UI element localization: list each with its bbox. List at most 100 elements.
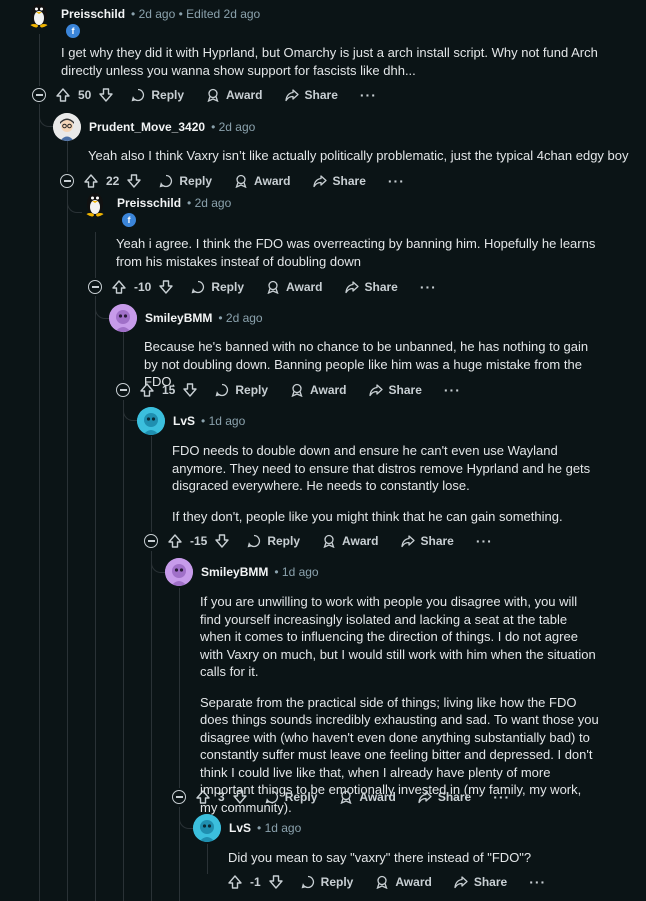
share-button[interactable]: Share [418,790,471,804]
more-options-button[interactable]: ··· [476,534,493,548]
collapse-thread-button[interactable] [144,534,158,548]
vote-count: 50 [78,88,92,102]
comment-header: LvS • 1d ago [193,814,301,842]
reply-icon [301,875,314,889]
username[interactable]: Prudent_Move_3420 [89,120,205,134]
upvote-icon[interactable] [228,875,242,889]
timestamp: • 2d ago [218,311,263,325]
avatar[interactable] [137,407,165,435]
share-icon [344,281,359,294]
award-button[interactable]: Award [266,280,323,294]
share-button[interactable]: Share [312,174,366,188]
avatar[interactable] [53,113,81,141]
reply-button[interactable]: Reply [159,174,212,188]
vote-count: -15 [190,534,208,548]
award-button[interactable]: Award [375,875,432,889]
username[interactable]: SmileyBMM [201,565,268,579]
collapse-thread-button[interactable] [172,790,186,804]
collapse-thread-button[interactable] [88,280,102,294]
downvote-icon[interactable] [268,875,283,889]
reply-button[interactable]: Reply [215,383,268,397]
award-button[interactable]: Award [206,88,263,102]
vote-count: 22 [106,174,120,188]
share-icon [400,535,415,548]
reply-button[interactable]: Reply [131,88,184,102]
reply-button[interactable]: Reply [191,280,244,294]
timestamp: • 2d ago [187,196,232,210]
username[interactable]: LvS [173,414,195,428]
vote-control: -10 [112,280,174,294]
username[interactable]: SmileyBMM [145,311,212,325]
reply-button[interactable]: Reply [247,534,300,548]
collapse-thread-button[interactable] [116,383,130,397]
share-button[interactable]: Share [284,88,338,102]
thread-line [67,190,68,901]
downvote-icon[interactable] [215,534,230,548]
award-icon [340,790,352,804]
share-icon [284,89,299,102]
more-options-button[interactable]: ··· [360,88,377,102]
vote-count: -1 [250,875,261,889]
thread-connector [151,551,166,573]
award-icon [235,174,247,188]
award-icon [291,383,303,397]
comment-actions: -1 Reply Award Share ··· [228,871,546,893]
avatar[interactable] [193,814,221,842]
more-options-button[interactable]: ··· [420,280,437,294]
award-icon [323,534,335,548]
upvote-icon[interactable] [168,534,182,548]
award-button[interactable]: Award [290,383,347,397]
share-icon [454,876,468,889]
upvote-icon[interactable] [196,790,210,804]
reply-button[interactable]: Reply [301,875,353,889]
avatar[interactable] [81,189,109,217]
vote-control: 50 [56,88,114,102]
share-button[interactable]: Share [454,875,507,889]
thread-line [151,436,152,532]
award-button[interactable]: Award [322,534,379,548]
collapse-thread-button[interactable] [32,88,46,102]
avatar[interactable] [25,0,53,28]
comment-header: SmileyBMM • 2d ago [109,304,263,332]
share-icon [418,791,432,804]
award-icon [207,88,219,102]
username[interactable]: Preisschild [117,196,181,210]
downvote-icon[interactable] [127,174,142,188]
downvote-icon[interactable] [159,280,174,294]
upvote-icon[interactable] [56,88,70,102]
comment-actions: -15 Reply Award Share ··· [144,530,493,552]
share-button[interactable]: Share [400,534,454,548]
thread-line [39,34,40,86]
thread-connector [123,400,138,421]
thread-line [123,400,124,901]
more-options-button[interactable]: ··· [388,174,405,188]
avatar[interactable] [165,558,193,586]
username[interactable]: Preisschild [61,7,125,21]
award-button[interactable]: Award [339,790,396,804]
timestamp: • 1d ago [201,414,246,428]
reply-button[interactable]: Reply [265,790,317,804]
downvote-icon[interactable] [232,790,247,804]
downvote-icon[interactable] [183,383,198,397]
more-options-button[interactable]: ··· [529,875,546,889]
comment-actions: 3 Reply Award Share ··· [172,786,510,808]
more-options-button[interactable]: ··· [444,383,461,397]
username[interactable]: LvS [229,821,251,835]
award-button[interactable]: Award [234,174,291,188]
vote-control: 22 [84,174,142,188]
downvote-icon[interactable] [99,88,114,102]
thread-connector [179,807,194,829]
upvote-icon[interactable] [112,280,126,294]
share-button[interactable]: Share [368,383,422,397]
upvote-icon[interactable] [140,383,154,397]
thread-line [95,232,96,278]
vote-control: 3 [196,790,247,804]
more-options-button[interactable]: ··· [493,790,510,804]
reply-icon [131,88,145,102]
upvote-icon[interactable] [84,174,98,188]
avatar[interactable] [109,304,137,332]
collapse-thread-button[interactable] [60,174,74,188]
share-button[interactable]: Share [344,280,398,294]
fedora-flair-icon: f [66,24,80,38]
reply-icon [265,790,278,804]
